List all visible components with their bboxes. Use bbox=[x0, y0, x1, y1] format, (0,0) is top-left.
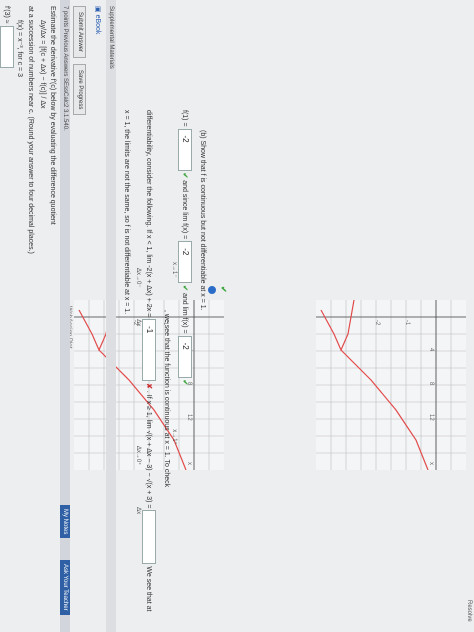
next-problem-header-text: 7 points Previous Answers SEssCalc2 3.1.… bbox=[62, 6, 68, 131]
ask-teacher-label: Ask Your Teacher bbox=[62, 564, 68, 611]
f1-label: f(1) = bbox=[181, 110, 189, 127]
lim-expr-left-sub: Δx→0⁻ bbox=[135, 268, 141, 288]
graph-left-x-label: x bbox=[186, 462, 192, 465]
part-b-line-2: differentiability, consider the followin… bbox=[142, 110, 156, 611]
frac-right-den: Δx bbox=[135, 507, 141, 515]
and-text: and bbox=[181, 292, 189, 305]
lim-left-text: lim f(x) = bbox=[181, 212, 189, 240]
ebook-icon: ▣ bbox=[94, 6, 101, 13]
frac-left-answer-box[interactable]: -1 bbox=[142, 319, 156, 382]
lim-right-answer-box[interactable]: -2 bbox=[178, 335, 192, 378]
part-b-title: (b) Show that f is continuous but not di… bbox=[199, 130, 206, 311]
frac-right-answer-box[interactable] bbox=[142, 510, 156, 565]
supplemental-label: Supplemental Materials bbox=[108, 6, 114, 69]
graph-right-tick-8: 8 bbox=[428, 382, 434, 386]
frac-left-den: Δx bbox=[135, 319, 141, 327]
supplemental-bar: Supplemental Materials bbox=[106, 0, 116, 632]
lim-expr-right-sub: Δx→0⁺ bbox=[135, 445, 141, 466]
we-see-text: We see that at bbox=[145, 566, 153, 612]
frac-left-cross-icon: ✘ bbox=[145, 383, 153, 389]
ebook-link[interactable]: ▣ eBook bbox=[94, 6, 102, 34]
graph-left-tick-12: 12 bbox=[186, 414, 192, 421]
ebook-label: eBook bbox=[94, 14, 101, 35]
submit-answer-button[interactable]: Submit Answer bbox=[73, 6, 86, 59]
f1-check-icon: ✔ bbox=[181, 172, 189, 179]
f1-answer-box[interactable]: -2 bbox=[178, 128, 192, 171]
next-prompt: Estimate the derivative f′(c) below by e… bbox=[49, 6, 56, 225]
graph-right-ytick-2: -2 bbox=[374, 320, 380, 326]
lim-left-sub: x→1⁻ bbox=[171, 262, 177, 278]
graph-right-tick-4: 4 bbox=[428, 348, 434, 352]
graph-right-ytick-1: -1 bbox=[404, 320, 410, 326]
lim-right-text: lim f(x) = bbox=[181, 306, 189, 334]
graph-right-x-label: x bbox=[428, 462, 434, 465]
lim-expr-left: lim bbox=[145, 254, 153, 264]
graph-select-radio[interactable] bbox=[208, 286, 216, 294]
continuous-text: , we see that the function is continuous… bbox=[163, 310, 170, 488]
part-b-line-1: f(1) = -2 ✔ and since lim f(x) = -2 ✔ an… bbox=[178, 110, 192, 385]
footer-tag: Resolve bbox=[466, 600, 472, 622]
my-notes-label: My Notes bbox=[62, 509, 68, 535]
diff-text: differentiability, consider the followin… bbox=[145, 110, 153, 253]
next-formula: Δy/Δx = [f(c + Δx) − f(c)] / Δx bbox=[39, 20, 46, 109]
graph-right-tick-12: 12 bbox=[428, 414, 434, 421]
photo-stage: x 4 8 12 -1 -2 x 8 12 -1 -2 ✔ (b) Show t… bbox=[0, 0, 474, 632]
answer-label: f′(3) ≈ bbox=[3, 6, 11, 24]
next-answer-row: f′(3) ≈ bbox=[0, 6, 14, 68]
since-text: and since bbox=[181, 180, 189, 211]
derivative-answer-box[interactable] bbox=[0, 25, 14, 68]
next-instruction: at a succession of numbers near c. (Roun… bbox=[27, 6, 34, 254]
graph-right: x 4 8 12 -1 -2 bbox=[316, 300, 466, 470]
ask-teacher-button[interactable]: Ask Your Teacher bbox=[60, 560, 70, 615]
next-function: f(x) = x⁻³, for c = 3 bbox=[16, 20, 23, 77]
lim-expr-right: lim bbox=[145, 419, 153, 429]
lim-right-sub: x→1⁺ bbox=[171, 429, 177, 445]
save-progress-button[interactable]: Save Progress bbox=[73, 64, 86, 116]
lim-right-check-icon: ✔ bbox=[181, 379, 189, 386]
frac-left: -2(x + Δx) + 2x bbox=[145, 265, 153, 312]
conclusion-text: x = 1, the limits are not the same, so f… bbox=[123, 110, 130, 315]
webassign-page: x 4 8 12 -1 -2 x 8 12 -1 -2 ✔ (b) Show t… bbox=[0, 0, 474, 632]
if-right-text: . If x ≥ 1, bbox=[145, 390, 153, 418]
graph-right-plot bbox=[316, 300, 466, 470]
lim-left-check-icon: ✔ bbox=[181, 285, 189, 292]
lim-left-answer-box[interactable]: -2 bbox=[178, 241, 192, 284]
lim-subscripts: x→1⁻ x→1⁺ bbox=[171, 262, 178, 445]
my-notes-button[interactable]: My Notes bbox=[60, 505, 70, 539]
frac-subscripts: Δx→0⁻ Δx Δx→0⁺ Δx bbox=[135, 268, 142, 514]
graph-correct-check: ✔ bbox=[219, 286, 228, 293]
frac-right: √(x + Δx − 3) − √(x + 3) bbox=[145, 430, 153, 503]
